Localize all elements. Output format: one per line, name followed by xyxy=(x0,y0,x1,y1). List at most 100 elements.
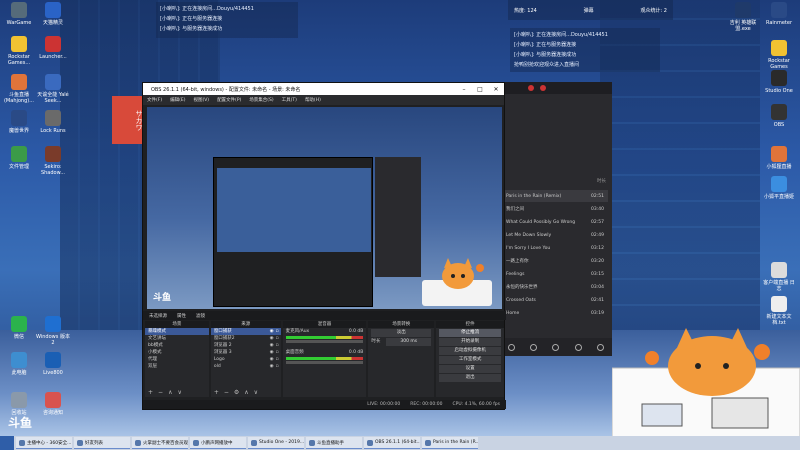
desktop-icon[interactable]: Rainmeter xyxy=(762,2,796,26)
obs-window[interactable]: OBS 26.1.1 (64-bit, windows) - 配置文件: 未命名… xyxy=(142,82,506,410)
taskbar-item[interactable]: OBS 26.1.1 (64-bit... xyxy=(364,437,420,449)
prev-icon[interactable] xyxy=(507,343,515,351)
gift-label[interactable]: 弹幕 xyxy=(584,7,594,14)
menu-profile[interactable]: 配置文件(P) xyxy=(217,97,241,103)
scene-item[interactable]: 双层 xyxy=(145,363,209,370)
eye-icon[interactable]: ◉ xyxy=(270,363,274,370)
taskbar-item[interactable]: 小鹏声网播放中 xyxy=(190,437,246,449)
obs-titlebar[interactable]: OBS 26.1.1 (64-bit, windows) - 配置文件: 未命名… xyxy=(143,83,504,95)
playlist-row[interactable]: Home 03:19 xyxy=(502,307,608,319)
desktop-icon[interactable]: 斗鱼直播 (Mahjong)... xyxy=(2,74,36,104)
desktop-icon[interactable]: Sekiro: Shadow... xyxy=(36,146,70,176)
menu-scene-collection[interactable]: 场景集合(S) xyxy=(249,97,273,103)
scene-item[interactable]: 暴躁模式 xyxy=(145,328,209,335)
eye-icon[interactable]: ◉ xyxy=(270,349,274,356)
desktop-icon[interactable]: Launcher... xyxy=(36,36,70,60)
taskbar-item[interactable]: Paris in the Rain (R... xyxy=(422,437,478,449)
desktop-icon[interactable]: 魔兽世界 xyxy=(2,110,36,134)
duration-input[interactable]: 300 ms xyxy=(386,337,432,346)
transition-select[interactable]: 淡出 xyxy=(371,329,432,337)
taskbar-item[interactable]: 主播中心 - 360安全... xyxy=(16,437,72,449)
eye-icon[interactable]: ◉ xyxy=(270,335,274,342)
scene-item[interactable]: 小模式 xyxy=(145,349,209,356)
music-player-window[interactable]: 时长 Paris in the Rain (Remix) 02:51 我们之间 03:… xyxy=(500,82,612,356)
control-button[interactable]: 启动虚拟摄像机 xyxy=(439,347,501,355)
menu-edit[interactable]: 编辑(E) xyxy=(170,97,185,103)
source-item[interactable]: 窗口捕获 ◉ ▫ xyxy=(210,328,281,335)
playlist-row[interactable]: 永恒的快乐世界 03:04 xyxy=(502,281,608,293)
desktop-icon[interactable]: 小狐狸直播 xyxy=(762,146,796,170)
desktop-icon[interactable]: 吉利 英雄联盟.exe xyxy=(726,2,760,32)
desktop-icon[interactable]: 客户端直播 日志 xyxy=(762,262,796,292)
scene-item[interactable]: 文艺讲坛 xyxy=(145,335,209,342)
desktop-icon[interactable]: 新建文本文档.txt xyxy=(762,296,796,326)
menu-view[interactable]: 视图(V) xyxy=(193,97,209,103)
control-button[interactable]: 设置 xyxy=(439,365,501,373)
add-icon[interactable]: + xyxy=(214,389,219,396)
down-icon[interactable]: ∨ xyxy=(254,389,258,396)
scene-item[interactable]: bb模式 xyxy=(145,342,209,349)
add-icon[interactable]: + xyxy=(148,389,153,396)
lock-icon[interactable]: ▫ xyxy=(276,335,281,342)
desktop-icon[interactable]: 此电脑 xyxy=(2,352,36,376)
desktop-icon[interactable]: Studio One xyxy=(762,70,796,94)
up-icon[interactable]: ∧ xyxy=(244,389,248,396)
desktop-icon[interactable]: 天猫精灵 xyxy=(36,2,70,26)
desktop-icon[interactable]: Lock Runs xyxy=(36,110,70,134)
source-item[interactable]: Logo ◉ ▫ xyxy=(211,356,281,363)
playlist-row[interactable]: Crossed Oats 02:41 xyxy=(502,294,608,306)
desktop-icon[interactable]: WarGame xyxy=(2,2,36,26)
desktop-icon[interactable]: 小狐平直播姬 xyxy=(762,176,796,200)
desktop-icon[interactable]: OBS xyxy=(762,104,796,128)
desktop-icon[interactable]: 回收站 xyxy=(2,392,36,416)
lock-icon[interactable]: ▫ xyxy=(276,363,281,370)
playlist-icon[interactable] xyxy=(597,343,605,351)
control-button[interactable]: 停止推流 xyxy=(439,329,501,337)
taskbar-item[interactable]: 好友列表 xyxy=(74,437,130,449)
control-button[interactable]: 工作室模式 xyxy=(439,356,501,364)
source-item[interactable]: 窗口捕获2 ◉ ▫ xyxy=(211,335,281,342)
down-icon[interactable]: ∨ xyxy=(177,389,181,396)
desktop-icon[interactable]: 天谕全能 Yalé Seek... xyxy=(36,74,70,104)
minimize-icon[interactable]: – xyxy=(456,86,472,93)
eye-icon[interactable]: ◉ xyxy=(270,342,274,349)
eye-icon[interactable]: ◉ xyxy=(270,328,274,335)
desktop-icon[interactable]: Rockstar Games xyxy=(762,40,796,70)
filters-button[interactable]: 滤镜 xyxy=(196,313,205,319)
desktop-icon[interactable]: Windows 版本2 xyxy=(36,316,70,346)
playlist-row[interactable]: What Could Possibly Go Wrong 02:57 xyxy=(502,216,608,228)
source-item[interactable]: old ◉ ▫ xyxy=(211,363,281,370)
lock-icon[interactable]: ▫ xyxy=(276,342,281,349)
start-button[interactable] xyxy=(0,436,14,450)
menu-help[interactable]: 帮助(H) xyxy=(305,97,321,103)
scene-item[interactable]: 代理 xyxy=(145,356,209,363)
menu-tools[interactable]: 工具(T) xyxy=(282,97,297,103)
remove-icon[interactable]: − xyxy=(158,389,163,396)
up-icon[interactable]: ∧ xyxy=(168,389,172,396)
desktop-icon[interactable]: 文件管理 xyxy=(2,146,36,170)
playlist-row[interactable]: 一路上有你 03:20 xyxy=(502,255,608,267)
playlist-row[interactable]: Paris in the Rain (Remix) 02:51 xyxy=(502,190,608,202)
control-button[interactable]: 开始录制 xyxy=(439,338,501,346)
remove-icon[interactable]: − xyxy=(224,389,229,396)
taskbar-item[interactable]: Studio One - 2019... xyxy=(248,437,304,449)
desktop-icon[interactable]: 微信 xyxy=(2,316,36,340)
next-icon[interactable] xyxy=(552,343,560,351)
properties-button[interactable]: 属性 xyxy=(177,313,186,319)
volume-slider[interactable] xyxy=(285,340,364,343)
desktop-icon[interactable]: Rockstar Games... xyxy=(2,36,36,66)
play-icon[interactable] xyxy=(530,343,538,351)
desktop-icon[interactable]: Live800 xyxy=(36,352,70,376)
volume-slider[interactable] xyxy=(285,361,364,364)
source-item[interactable]: 浏览器 2 ◉ ▫ xyxy=(211,342,281,349)
player-menu-icon[interactable] xyxy=(540,85,546,91)
menu-file[interactable]: 文件(F) xyxy=(147,97,162,103)
player-record-icon[interactable] xyxy=(528,85,534,91)
playlist-row[interactable]: Let Me Down Slowly 02:49 xyxy=(502,229,608,241)
playlist-row[interactable]: Feelings 03:15 xyxy=(502,268,608,280)
playlist-row[interactable]: I'm Sorry I Love You 03:12 xyxy=(502,242,608,254)
lock-icon[interactable]: ▫ xyxy=(276,356,281,363)
playlist-row[interactable]: 我们之间 03:40 xyxy=(502,203,608,215)
control-button[interactable]: 退出 xyxy=(439,374,501,382)
lock-icon[interactable]: ▫ xyxy=(276,349,281,356)
